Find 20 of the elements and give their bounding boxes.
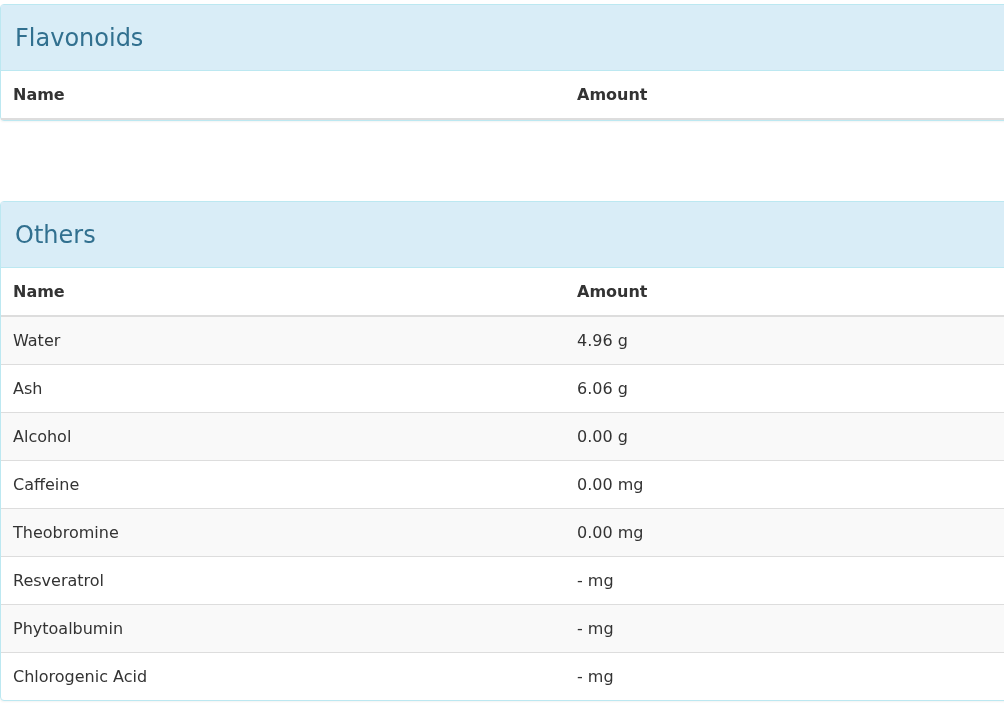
panel-title: Others [15, 220, 96, 249]
table-cell: Phytoalbumin [1, 604, 565, 652]
table-cell: Ash [1, 364, 565, 412]
table-cell: 0.00 mg [565, 460, 1004, 508]
table-cell: Caffeine [1, 460, 565, 508]
table-cell: 0.00 g [565, 412, 1004, 460]
table-cell: - mg [565, 652, 1004, 700]
table-cell: - mg [565, 556, 1004, 604]
column-header: Amount [565, 71, 1004, 119]
table-cell: Resveratrol [1, 556, 565, 604]
table-cell: Water [1, 316, 565, 364]
table-cell: 4.96 g [565, 316, 1004, 364]
table-cell: 0.00 mg [565, 508, 1004, 556]
table-cell: Theobromine [1, 508, 565, 556]
table-cell: Alcohol [1, 412, 565, 460]
table-cell: 6.06 g [565, 364, 1004, 412]
table-cell: - mg [565, 604, 1004, 652]
column-header: Name [1, 71, 565, 119]
table-cell: Chlorogenic Acid [1, 652, 565, 700]
panel-title: Flavonoids [15, 23, 144, 52]
